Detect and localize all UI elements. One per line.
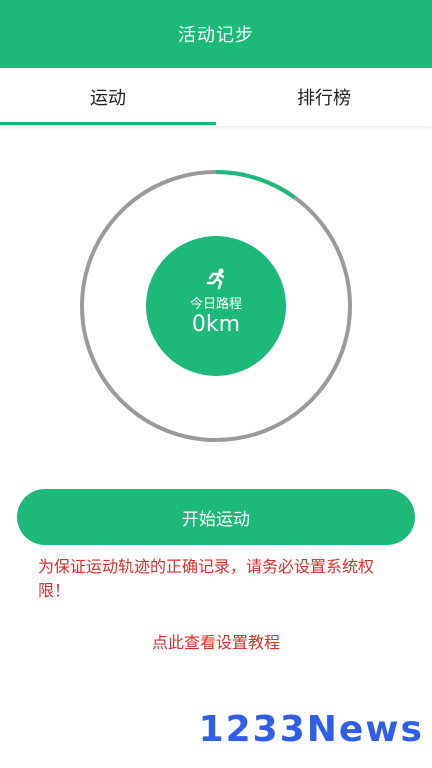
settings-tutorial-link[interactable]: 点此查看设置教程 <box>0 629 432 653</box>
tab-exercise[interactable]: 运动 <box>0 68 216 126</box>
watermark-text: 1233News <box>198 708 424 750</box>
start-exercise-button[interactable]: 开始运动 <box>17 489 415 545</box>
page-title: 活动记步 <box>178 25 254 46</box>
distance-label: 今日路程 <box>189 297 242 312</box>
permission-warning: 为保证运动轨迹的正确记录，请务必设置系统权限！ <box>38 557 375 600</box>
start-exercise-label: 开始运动 <box>182 509 250 530</box>
tab-bar: 运动 排行榜 <box>0 68 432 126</box>
tab-exercise-label: 运动 <box>90 88 126 109</box>
tab-leaderboard[interactable]: 排行榜 <box>216 68 432 126</box>
app-header: 活动记步 <box>0 0 432 68</box>
tab-leaderboard-label: 排行榜 <box>297 88 351 109</box>
running-person-icon <box>206 268 225 290</box>
watermark-logo: 1233News <box>199 705 424 753</box>
active-tab-indicator <box>0 122 216 125</box>
distance-value: 0km <box>191 312 241 337</box>
distance-display: 今日路程 0km <box>146 236 286 376</box>
